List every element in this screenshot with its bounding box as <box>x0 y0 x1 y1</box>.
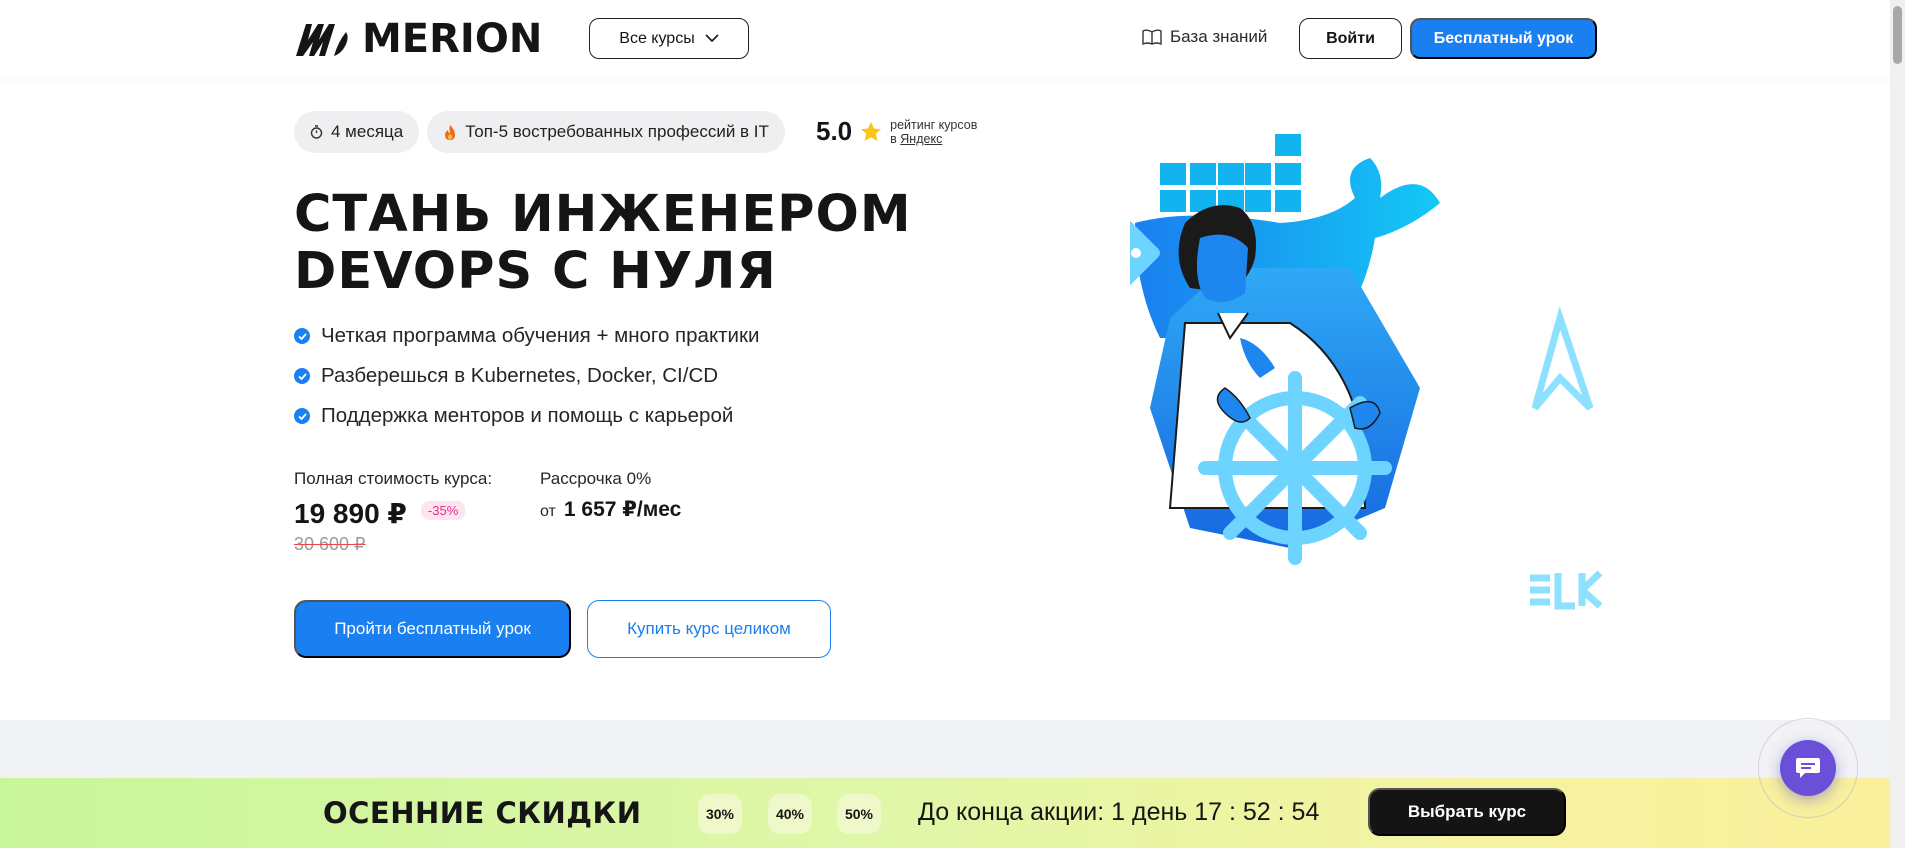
promo-tag-50: 50% <box>837 794 881 834</box>
duration-label: 4 месяца <box>331 122 404 141</box>
buy-course-button[interactable]: Купить курс целиком <box>587 600 831 658</box>
rating-caption-prefix: в <box>890 131 897 146</box>
hero-badges: 4 месяца Топ-5 востребованных профессий … <box>294 111 785 153</box>
logo-text: MERION <box>362 16 543 62</box>
hero-title-line1: СТАНЬ ИНЖЕНЕРОМ <box>294 185 912 244</box>
elk-icon <box>1530 570 1603 610</box>
scrollbar-thumb[interactable] <box>1893 6 1902 64</box>
check-icon <box>294 408 310 424</box>
devops-illustration <box>1130 134 1603 620</box>
installment-value: 1 657 ₽/мес <box>563 498 682 521</box>
benefit-item: Разберешься в Kubernetes, Docker, CI/CD <box>294 356 759 396</box>
benefit-text: Четкая программа обучения + много практи… <box>321 324 760 347</box>
fire-icon <box>445 124 456 140</box>
benefit-text: Поддержка менторов и помощь с карьерой <box>321 404 734 427</box>
star-icon <box>861 122 882 141</box>
docker-containers-icon <box>1160 134 1301 212</box>
full-price-label: Полная стоимость курса: <box>294 469 493 488</box>
duration-badge: 4 месяца <box>294 111 420 153</box>
price-row: 19 890 ₽ -35% <box>294 497 492 530</box>
promo-title: ОСЕННИЕ СКИДКИ <box>323 796 642 830</box>
knowledge-base-link[interactable]: База знаний <box>1142 27 1267 47</box>
promo-tag-30: 30% <box>698 794 742 834</box>
hero-title: СТАНЬ ИНЖЕНЕРОМ DEVOPS С НУЛЯ <box>294 186 1014 300</box>
current-price: 19 890 ₽ <box>294 498 407 529</box>
merion-logo[interactable]: MERION <box>294 16 543 62</box>
old-price: 30 600 ₽ <box>294 534 366 554</box>
all-courses-dropdown[interactable]: Все курсы <box>589 18 749 59</box>
yandex-link[interactable]: Яндекс <box>900 132 942 146</box>
promo-tag-40: 40% <box>768 794 812 834</box>
benefits-list: Четкая программа обучения + много практи… <box>294 316 759 436</box>
installment-label: Рассрочка 0% <box>540 469 652 488</box>
chat-icon <box>1796 758 1820 778</box>
installment-from: от <box>540 503 556 520</box>
installment-block: Рассрочка 0% от 1 657 ₽/мес <box>540 469 681 522</box>
free-lesson-cta-button[interactable]: Пройти бесплатный урок <box>294 600 571 658</box>
rating-value: 5.0 <box>816 116 853 146</box>
rating-caption-line1: рейтинг курсов <box>890 117 978 132</box>
yandex-rating: 5.0 рейтинг курсов в Яндекс <box>816 116 977 147</box>
argo-icon <box>1531 306 1594 411</box>
benefit-item: Четкая программа обучения + много практи… <box>294 316 759 356</box>
chat-widget[interactable] <box>1758 718 1858 818</box>
sparkle-icon <box>1494 256 1526 288</box>
site-header: MERION Все курсы База знаний Войти Беспл… <box>0 0 1890 77</box>
merion-logo-icon <box>296 24 348 56</box>
promo-countdown: До конца акции: 1 день 17 : 52 : 54 <box>918 798 1320 826</box>
promo-banner: ОСЕННИЕ СКИДКИ 30% 40% 50% До конца акци… <box>0 778 1890 848</box>
book-icon <box>1142 29 1162 45</box>
knowledge-base-label: База знаний <box>1170 27 1268 46</box>
top-profession-label: Топ-5 востребованных профессий в IT <box>465 122 769 141</box>
arrows-icon <box>1308 596 1359 620</box>
top-profession-badge: Топ-5 востребованных профессий в IT <box>427 111 785 153</box>
check-icon <box>294 368 310 384</box>
chevron-down-icon <box>705 34 719 43</box>
benefit-text: Разберешься в Kubernetes, Docker, CI/CD <box>321 364 719 387</box>
hero-title-line2: DEVOPS С НУЛЯ <box>294 242 777 301</box>
section-divider <box>0 720 1890 778</box>
stopwatch-icon <box>310 125 323 139</box>
login-button[interactable]: Войти <box>1299 18 1402 59</box>
free-lesson-button[interactable]: Бесплатный урок <box>1410 18 1597 59</box>
chat-button[interactable] <box>1780 740 1836 796</box>
all-courses-label: Все курсы <box>619 29 695 47</box>
full-price-block: Полная стоимость курса: 19 890 ₽ -35% 30… <box>294 469 492 555</box>
check-icon <box>294 328 310 344</box>
rating-caption: рейтинг курсов в Яндекс <box>890 118 977 146</box>
page-scrollbar[interactable] <box>1890 0 1905 848</box>
benefit-item: Поддержка менторов и помощь с карьерой <box>294 396 759 436</box>
rating-caption-line2: в Яндекс <box>890 132 977 146</box>
sparkle-icon <box>1404 548 1436 580</box>
installment-row: от 1 657 ₽/мес <box>540 497 681 522</box>
discount-badge: -35% <box>420 501 466 520</box>
choose-course-button[interactable]: Выбрать курс <box>1368 788 1566 836</box>
